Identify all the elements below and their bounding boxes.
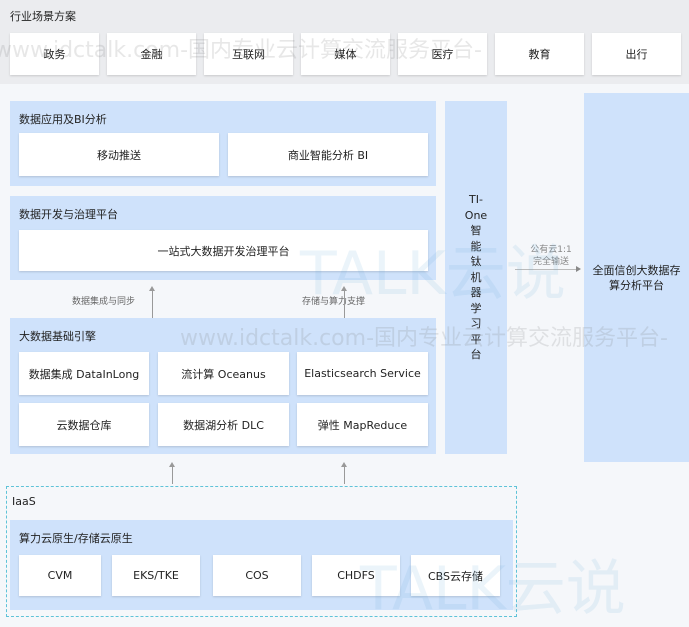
link-left-label: 数据集成与同步 [72,297,136,307]
arrow-up-icon [149,286,155,291]
arrow-line [515,269,577,270]
ti-char: One [464,208,488,222]
industry-item-1[interactable]: 金融 [107,33,196,75]
ti-char: 钛 [470,255,482,269]
ti-one-panel[interactable]: TI- One 智 能 钛 机 器 学 习 平 台 [445,101,507,454]
iaas-item-4[interactable]: CBS云存储 [411,555,500,596]
cloud-label: 公有云1:1 完全输送 [525,244,577,268]
bi-item-0[interactable]: 移动推送 [19,133,219,176]
industry-title: 行业场景方案 [10,10,76,23]
engine-title: 大数据基础引擎 [19,330,96,343]
ti-char: 智 [470,224,482,238]
ti-char: 台 [470,348,482,362]
ti-char: 机 [470,270,482,284]
xinchuang-panel[interactable]: 全面信创大数据存算分析平台 [584,93,689,462]
ti-char: 习 [470,317,482,331]
engine-item-4[interactable]: 数据湖分析 DLC [158,403,289,446]
ti-char: TI- [469,193,483,207]
industry-item-2[interactable]: 互联网 [204,33,293,75]
industry-item-6[interactable]: 出行 [592,33,681,75]
arrow-up-icon [341,462,347,467]
industry-item-0[interactable]: 政务 [10,33,99,75]
engine-item-5[interactable]: 弹性 MapReduce [297,403,428,446]
arrow-line [344,290,345,318]
arrow-line [152,290,153,318]
ti-char: 学 [470,301,482,315]
arrow-line [344,466,345,484]
iaas-item-3[interactable]: CHDFS [312,555,400,596]
arrow-up-icon [341,286,347,291]
iaas-item-0[interactable]: CVM [19,555,101,596]
industry-item-5[interactable]: 教育 [495,33,584,75]
engine-item-2[interactable]: Elasticsearch Service [297,352,428,395]
ti-char: 器 [470,286,482,300]
cloud-label-line2: 完全输送 [532,257,569,267]
iaas-subtitle: 算力云原生/存储云原生 [19,532,133,545]
cloud-label-line1: 公有云1:1 [530,245,572,255]
dev-item-0[interactable]: 一站式大数据开发治理平台 [19,230,428,271]
industry-item-3[interactable]: 媒体 [301,33,390,75]
engine-item-0[interactable]: 数据集成 DataInLong [19,352,149,395]
iaas-item-1[interactable]: EKS/TKE [112,555,200,596]
arrow-right-icon [576,266,581,272]
industry-item-4[interactable]: 医疗 [398,33,487,75]
engine-item-1[interactable]: 流计算 Oceanus [158,352,289,395]
ti-char: 能 [470,239,482,253]
dev-title: 数据开发与治理平台 [19,208,118,221]
ti-char: 平 [470,332,482,346]
iaas-title: IaaS [12,495,36,508]
iaas-item-2[interactable]: COS [213,555,301,596]
arrow-line [172,466,173,484]
engine-item-3[interactable]: 云数据仓库 [19,403,149,446]
bi-title: 数据应用及BI分析 [19,113,107,126]
arrow-up-icon [169,462,175,467]
bi-item-1[interactable]: 商业智能分析 BI [228,133,428,176]
link-right-label: 存储与算力支撑 [302,297,366,307]
